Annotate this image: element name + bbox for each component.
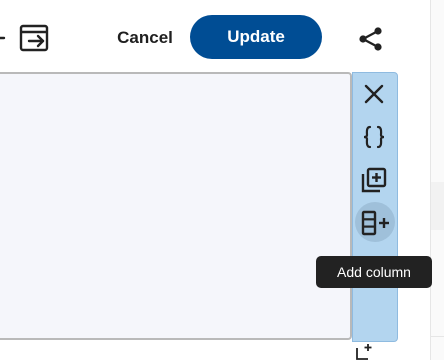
- code-editor-area[interactable]: [0, 72, 352, 340]
- add-box-icon[interactable]: [355, 343, 373, 360]
- share-icon[interactable]: [356, 24, 386, 54]
- braces-icon[interactable]: [359, 122, 389, 152]
- exit-icon[interactable]: [18, 22, 52, 54]
- cancel-button[interactable]: Cancel: [106, 18, 184, 58]
- divider: [431, 336, 444, 337]
- close-icon[interactable]: [360, 80, 388, 108]
- add-layer-icon[interactable]: [359, 165, 389, 195]
- add-column-icon[interactable]: [359, 207, 393, 239]
- tooltip-add-column: Add column: [316, 256, 432, 288]
- arrow-left-icon[interactable]: [0, 26, 6, 50]
- background-row: [431, 182, 444, 230]
- update-button[interactable]: Update: [190, 15, 322, 59]
- background-panel: [430, 0, 444, 360]
- top-header: Cancel Update: [0, 0, 444, 72]
